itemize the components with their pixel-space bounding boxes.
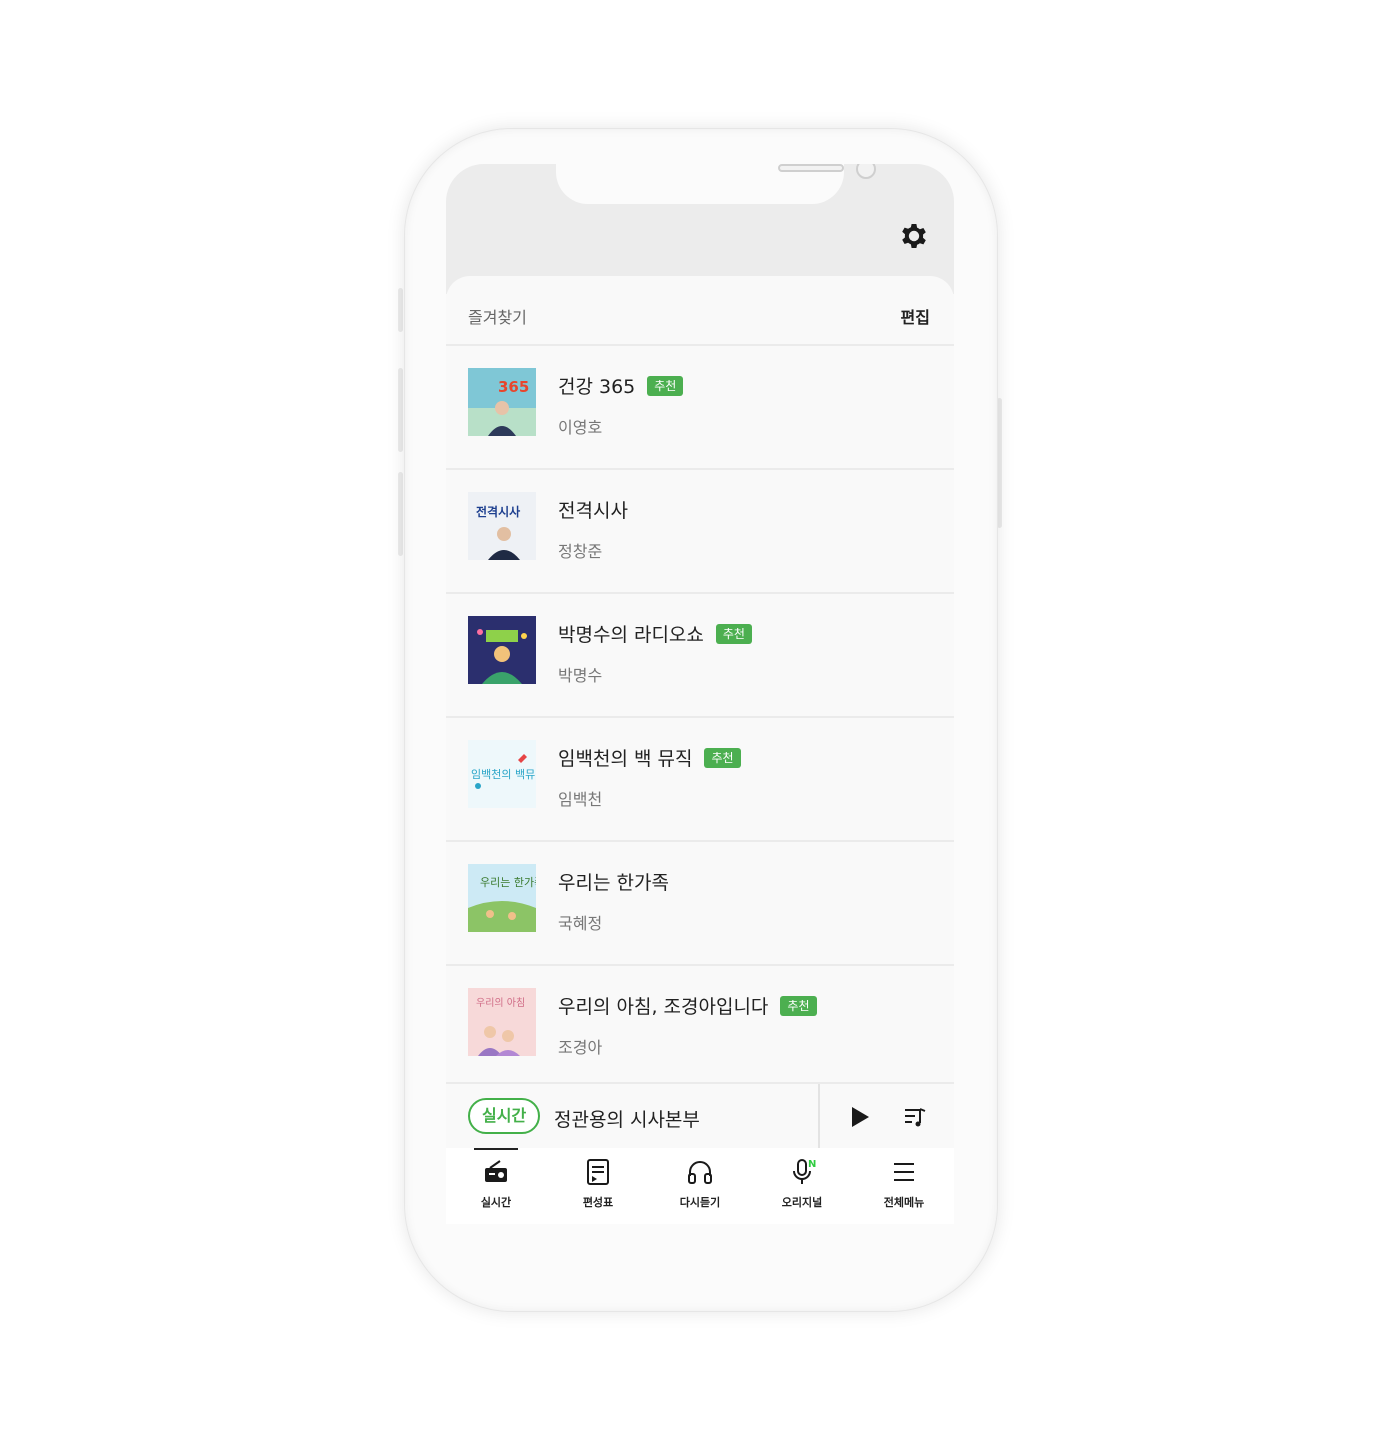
program-host: 이영호: [558, 418, 603, 437]
program-thumbnail: [468, 616, 536, 684]
program-thumbnail: 365: [468, 368, 536, 436]
headphones-icon: [688, 1161, 712, 1184]
tab-schedule[interactable]: 편성표: [548, 1148, 648, 1224]
bottom-tab-bar: 실시간 편성표 다시듣기 N 오리지널 전체메뉴: [446, 1148, 954, 1224]
mini-player: 실시간 정관용의 시사본부: [446, 1082, 954, 1150]
favorites-header: 즐겨찾기 편집: [446, 276, 954, 346]
player-divider: [818, 1084, 820, 1150]
tab-replay[interactable]: 다시듣기: [650, 1148, 750, 1224]
recommend-badge: 추천: [704, 747, 741, 768]
volume-down-button: [398, 472, 403, 556]
gear-icon[interactable]: [898, 220, 930, 252]
radio-icon: [485, 1160, 507, 1182]
now-playing-title[interactable]: 정관용의 시사본부: [554, 1105, 700, 1132]
playlist-icon[interactable]: [904, 1106, 926, 1128]
program-title: 우리의 아침, 조경아입니다: [558, 996, 769, 1018]
speaker: [778, 164, 844, 172]
schedule-icon: [587, 1159, 609, 1185]
tab-label: 실시간: [480, 1196, 512, 1209]
program-host: 조경아: [558, 1038, 603, 1057]
recommend-badge: 추천: [647, 375, 684, 396]
program-thumbnail: 임백천의 백뮤직: [468, 740, 536, 808]
program-host: 박명수: [558, 666, 603, 685]
list-item[interactable]: 우리는 한가족 우리는 한가족 국혜정: [446, 842, 954, 966]
program-title: 임백천의 백 뮤직: [558, 748, 693, 770]
tab-label: 편성표: [582, 1196, 614, 1209]
tab-all-menu[interactable]: 전체메뉴: [854, 1148, 954, 1224]
play-icon[interactable]: [850, 1106, 870, 1128]
program-title: 박명수의 라디오쇼: [558, 624, 704, 646]
program-thumbnail: 우리의 아침: [468, 988, 536, 1056]
menu-icon: [894, 1163, 914, 1181]
new-badge: N: [808, 1159, 816, 1170]
favorites-list: 365 건강 365 추천 이영호 전격시사 전격시사 정창준 박명수의 라디오…: [446, 346, 954, 1090]
tab-label: 오리지널: [781, 1196, 823, 1209]
tab-live[interactable]: 실시간: [446, 1148, 546, 1224]
tab-label: 다시듣기: [679, 1196, 721, 1209]
microphone-icon: N: [793, 1159, 816, 1184]
list-item[interactable]: 전격시사 전격시사 정창준: [446, 470, 954, 594]
list-item[interactable]: 임백천의 백뮤직 임백천의 백 뮤직 추천 임백천: [446, 718, 954, 842]
tab-label: 전체메뉴: [883, 1196, 925, 1209]
notch: [556, 164, 876, 204]
recommend-badge: 추천: [715, 623, 752, 644]
program-thumbnail: 우리는 한가족: [468, 864, 536, 932]
list-item[interactable]: 박명수의 라디오쇼 추천 박명수: [446, 594, 954, 718]
program-title: 전격시사: [558, 500, 628, 522]
favorites-panel: 즐겨찾기 편집 365 건강 365 추천 이영호 전격시사 전격시사 정창준 …: [446, 276, 954, 1224]
svg-text:우리는 한가족: 우리는 한가족: [480, 876, 536, 889]
svg-text:365: 365: [498, 378, 529, 396]
program-title: 우리는 한가족: [558, 872, 669, 894]
list-item[interactable]: 우리의 아침 우리의 아침, 조경아입니다 추천 조경아: [446, 966, 954, 1090]
program-thumbnail: 전격시사: [468, 492, 536, 560]
mute-switch: [398, 288, 403, 332]
svg-text:우리의 아침: 우리의 아침: [476, 997, 525, 1009]
live-badge[interactable]: 실시간: [468, 1098, 541, 1134]
tab-original[interactable]: N 오리지널: [752, 1148, 852, 1224]
front-camera: [856, 164, 876, 179]
program-title: 건강 365: [558, 376, 636, 398]
status-area: [446, 164, 954, 294]
active-tab-indicator: [474, 1148, 518, 1150]
edit-button[interactable]: 편집: [901, 304, 930, 328]
recommend-badge: 추천: [780, 995, 817, 1016]
svg-text:임백천의 백뮤직: 임백천의 백뮤직: [471, 767, 536, 781]
list-item[interactable]: 365 건강 365 추천 이영호: [446, 346, 954, 470]
app-screen: 즐겨찾기 편집 365 건강 365 추천 이영호 전격시사 전격시사 정창준 …: [446, 164, 954, 1224]
program-host: 임백천: [558, 790, 603, 809]
program-host: 정창준: [558, 542, 603, 561]
svg-text:전격시사: 전격시사: [476, 504, 520, 519]
volume-up-button: [398, 368, 403, 452]
program-host: 국혜정: [558, 914, 603, 933]
favorites-title: 즐겨찾기: [468, 308, 527, 327]
